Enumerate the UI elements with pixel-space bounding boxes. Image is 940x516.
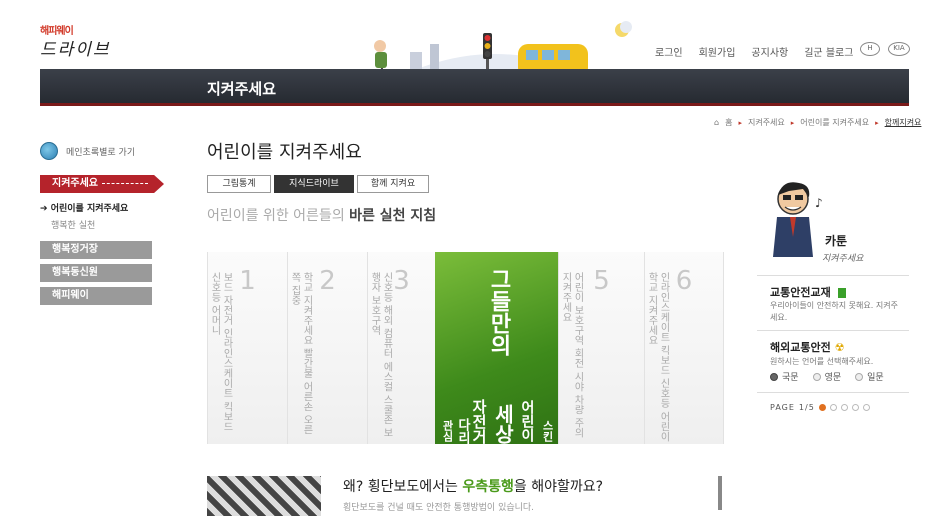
divider <box>757 392 909 393</box>
sidebar-button-happyway[interactable]: 해피웨이 <box>40 287 152 305</box>
warning-icon: ☢ <box>834 341 845 354</box>
guide-panel-3[interactable]: 3 신호등 해외 컴퓨터 에스컬 스쿨존 보행자 보호구역 <box>367 252 435 444</box>
breadcrumb-separator-icon: ▸ <box>875 118 879 127</box>
question-post: 을 해야할까요? <box>513 479 604 495</box>
blog-link[interactable]: 길군 블로그 <box>804 44 853 59</box>
main-link[interactable]: 메인초록별로 가기 <box>40 142 135 160</box>
overseas-safety-title: 해외교통안전 ☢ <box>770 339 844 355</box>
featured-label: 어린이 <box>519 400 535 442</box>
dashed-line <box>102 183 148 184</box>
sidebar-button-station[interactable]: 행복정거장 <box>40 241 152 259</box>
question-pre: 왜? 횡단보도에서는 <box>343 479 458 495</box>
globe-icon <box>40 142 58 160</box>
kia-logo[interactable]: KIA <box>888 42 910 56</box>
divider <box>757 275 909 276</box>
home-icon[interactable]: ⌂ <box>714 118 719 127</box>
guide-panel-4-featured[interactable]: 그들만의 관심 다리 자전거 세상 어린이 스킨 <box>435 252 558 444</box>
edu-material-description: 우리아이들이 안전하지 못해요. 지켜주세요. <box>770 301 898 322</box>
breadcrumb-separator-icon: ▸ <box>790 118 795 127</box>
panel-text: 어린이 보호구역 회전 시야 차량 주의 지켜주세요 <box>560 272 583 438</box>
radio-unchecked-icon <box>812 372 821 381</box>
panel-text: 학교 지켜주세요 빨간불 어른손 오른쪽 집중 <box>289 272 312 435</box>
breadcrumb-current[interactable]: 함께지켜요 <box>885 117 922 128</box>
site-logo[interactable]: 해피웨이 드라이브 <box>40 22 135 64</box>
top-navigation: 로그인 회원가입 공지사항 길군 블로그 <box>655 44 853 59</box>
language-radio-korean[interactable]: 국문 <box>770 370 799 383</box>
panel-text: 보드 자전거 인라인스케이트 킥보드 신호등 어머니 <box>209 272 232 432</box>
question-heading: 왜? 횡단보도에서는 우측통행을 해야할까요? <box>343 476 603 496</box>
cartoon-title[interactable]: 카툰 <box>825 232 847 249</box>
guide-panel-1[interactable]: 1 보드 자전거 인라인스케이트 킥보드 신호등 어머니 <box>207 252 287 444</box>
pager-value: 1/5 <box>798 403 815 412</box>
edu-material-title[interactable]: 교통안전교재 <box>770 284 846 300</box>
overseas-safety-description: 원하시는 언어를 선택해주세요. <box>770 357 874 366</box>
sidebar-subitem-practice[interactable]: 행복한 실천 <box>40 218 95 231</box>
featured-title: 그들만의 <box>486 268 511 356</box>
cartoon-subtitle: 지켜주세요 <box>822 254 864 264</box>
arrow-icon: ➔ <box>40 204 51 214</box>
pager-label: PAGE <box>770 403 795 412</box>
cartoon-character-icon[interactable]: ♪ <box>763 177 833 262</box>
subtitle-light: 어린이를 위한 어른들의 <box>207 208 345 224</box>
sidebar-active-label: 지켜주세요 <box>52 178 98 189</box>
pager-dot[interactable] <box>840 404 848 411</box>
pager: PAGE 1/5 <box>770 403 870 412</box>
question-highlight: 우측통행 <box>462 479 514 495</box>
guide-panels: 1 보드 자전거 인라인스케이트 킥보드 신호등 어머니 2 학교 지켜주세요 … <box>207 252 724 444</box>
edu-material-label: 교통안전교재 <box>770 286 831 299</box>
panel-text: 신호등 해외 컴퓨터 에스컬 스쿨존 보행자 보호구역 <box>369 272 392 438</box>
sidebar-button-community[interactable]: 행복동신원 <box>40 264 152 282</box>
notice-link[interactable]: 공지사항 <box>751 44 788 59</box>
svg-text:♪: ♪ <box>815 196 823 210</box>
tab-statistics[interactable]: 그림통계 <box>207 175 271 193</box>
pager-dot[interactable] <box>829 404 837 411</box>
signup-link[interactable]: 회원가입 <box>699 44 736 59</box>
scrollbar[interactable] <box>718 476 722 510</box>
language-radio-japanese[interactable]: 일문 <box>855 370 884 383</box>
title-banner <box>40 69 909 106</box>
panel-text: 인라인스케이트 킥보드 신호등 어린이 학교 지켜주세요 <box>646 272 669 442</box>
breadcrumb-item[interactable]: 지켜주세요 <box>748 117 785 128</box>
section-subtitle: 어린이를 위한 어른들의 바른 실천 지침 <box>207 205 436 225</box>
tab-protect-together[interactable]: 함께 지켜요 <box>357 175 429 193</box>
featured-label: 자전거 <box>470 399 488 444</box>
pager-dot[interactable] <box>818 404 826 411</box>
breadcrumb-item[interactable]: 어린이를 지켜주세요 <box>800 117 869 128</box>
sidebar-subitem-children[interactable]: ➔ 어린이를 지켜주세요 <box>40 201 128 214</box>
pager-dot[interactable] <box>851 404 859 411</box>
banner-title: 지켜주세요 <box>207 80 277 98</box>
sidebar-active-item[interactable]: 지켜주세요 <box>40 175 164 193</box>
guide-panel-5[interactable]: 5 어린이 보호구역 회전 시야 차량 주의 지켜주세요 <box>558 252 644 444</box>
tab-knowledge-drive[interactable]: 지식드라이브 <box>274 175 354 193</box>
language-label: 영문 <box>824 373 842 383</box>
featured-label: 세상 <box>491 404 515 444</box>
content-tabs: 그림통계 지식드라이브 함께 지켜요 <box>207 175 429 193</box>
language-radio-english[interactable]: 영문 <box>812 370 842 383</box>
breadcrumb-home[interactable]: 홈 <box>725 117 732 128</box>
login-link[interactable]: 로그인 <box>655 44 683 59</box>
language-selector: 국문 영문 일문 <box>770 370 884 383</box>
featured-label: 스킨 <box>541 420 554 442</box>
sidebar-subitem-label: 어린이를 지켜주세요 <box>50 204 129 214</box>
brand-logos: H KIA <box>860 42 910 56</box>
breadcrumb: ⌂ 홈 ▸ 지켜주세요 ▸ 어린이를 지켜주세요 ▸ 함께지켜요 <box>714 117 921 128</box>
question-description: 횡단보도를 건널 때도 안전한 통행방법이 있습니다. <box>343 503 535 513</box>
page-title: 어린이를 지켜주세요 <box>207 142 362 163</box>
guide-panel-2[interactable]: 2 학교 지켜주세요 빨간불 어른손 오른쪽 집중 <box>287 252 367 444</box>
main-link-label: 메인초록별로 가기 <box>66 147 136 158</box>
overseas-safety-label: 해외교통안전 <box>770 341 831 354</box>
divider <box>757 330 909 331</box>
book-icon <box>837 288 846 298</box>
logo-line2: 드라이브 <box>40 40 111 60</box>
radio-unchecked-icon <box>855 372 864 381</box>
language-label: 국문 <box>782 373 799 383</box>
hyundai-logo[interactable]: H <box>860 42 880 56</box>
radio-checked-icon <box>770 372 778 381</box>
language-label: 일문 <box>867 373 884 383</box>
guide-panel-6[interactable]: 6 인라인스케이트 킥보드 신호등 어린이 학교 지켜주세요 <box>644 252 724 444</box>
breadcrumb-separator-icon: ▸ <box>738 118 742 127</box>
subtitle-bold: 바른 실천 지침 <box>349 208 437 224</box>
crosswalk-thumbnail[interactable] <box>207 476 321 516</box>
pager-dot[interactable] <box>862 404 870 411</box>
